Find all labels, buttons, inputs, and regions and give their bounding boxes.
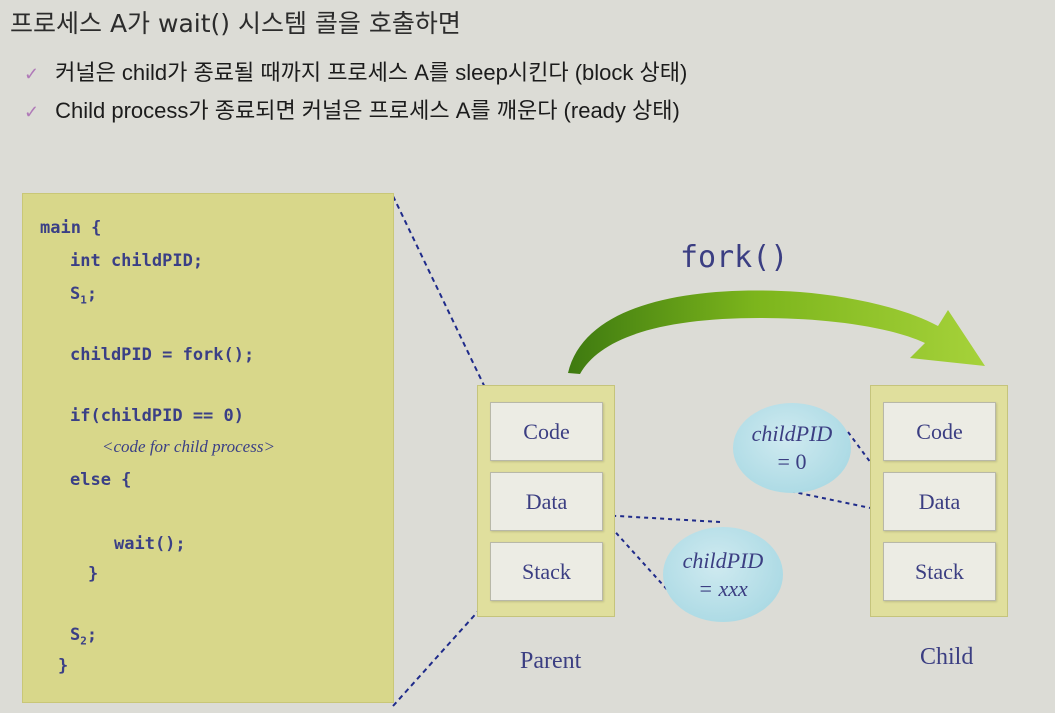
code-line: wait(); bbox=[114, 534, 186, 554]
code-comment: <code for child process> bbox=[102, 437, 275, 456]
child-code-segment: Code bbox=[883, 402, 996, 461]
child-pid-bubble: childPID = 0 bbox=[733, 403, 851, 493]
bubble-var: childPID bbox=[751, 421, 833, 446]
parent-stack-segment: Stack bbox=[490, 542, 603, 601]
code-line: main { bbox=[40, 218, 102, 238]
code-token: S bbox=[70, 284, 81, 304]
bubble-var: childPID bbox=[682, 547, 764, 573]
code-token: ; bbox=[86, 284, 98, 304]
code-line: else { bbox=[70, 470, 132, 490]
code-token: S bbox=[70, 625, 81, 645]
code-token: ; bbox=[86, 625, 98, 645]
code-line: int childPID; bbox=[70, 251, 204, 271]
parent-pointer-line bbox=[599, 514, 721, 523]
parent-process-box: Code Data Stack bbox=[477, 385, 615, 617]
fork-arrow bbox=[568, 290, 985, 374]
code-line-s2: S2; bbox=[70, 625, 97, 647]
zoom-line-bottom bbox=[392, 597, 491, 707]
code-line: } bbox=[88, 564, 99, 584]
bubble-value: = 0 bbox=[777, 449, 807, 474]
code-subscript: 2 bbox=[80, 634, 87, 648]
code-line: } bbox=[58, 656, 69, 676]
fork-label: fork() bbox=[680, 240, 789, 275]
code-line: childPID = fork(); bbox=[70, 345, 255, 365]
zoom-line-top bbox=[392, 195, 491, 399]
parent-label: Parent bbox=[520, 648, 582, 674]
code-line-s1: S1; bbox=[70, 284, 97, 306]
code-line: if(childPID == 0) bbox=[70, 406, 244, 426]
parent-data-segment: Data bbox=[490, 472, 603, 531]
code-subscript: 1 bbox=[80, 293, 87, 307]
child-label: Child bbox=[920, 644, 974, 670]
bubble-value: = xxx bbox=[698, 575, 748, 601]
child-process-box: Code Data Stack bbox=[870, 385, 1008, 617]
parent-pid-bubble: childPID = xxx bbox=[663, 527, 783, 622]
child-stack-segment: Stack bbox=[883, 542, 996, 601]
child-data-segment: Data bbox=[883, 472, 996, 531]
code-panel: main { int childPID; S1; childPID = fork… bbox=[22, 193, 394, 703]
parent-code-segment: Code bbox=[490, 402, 603, 461]
